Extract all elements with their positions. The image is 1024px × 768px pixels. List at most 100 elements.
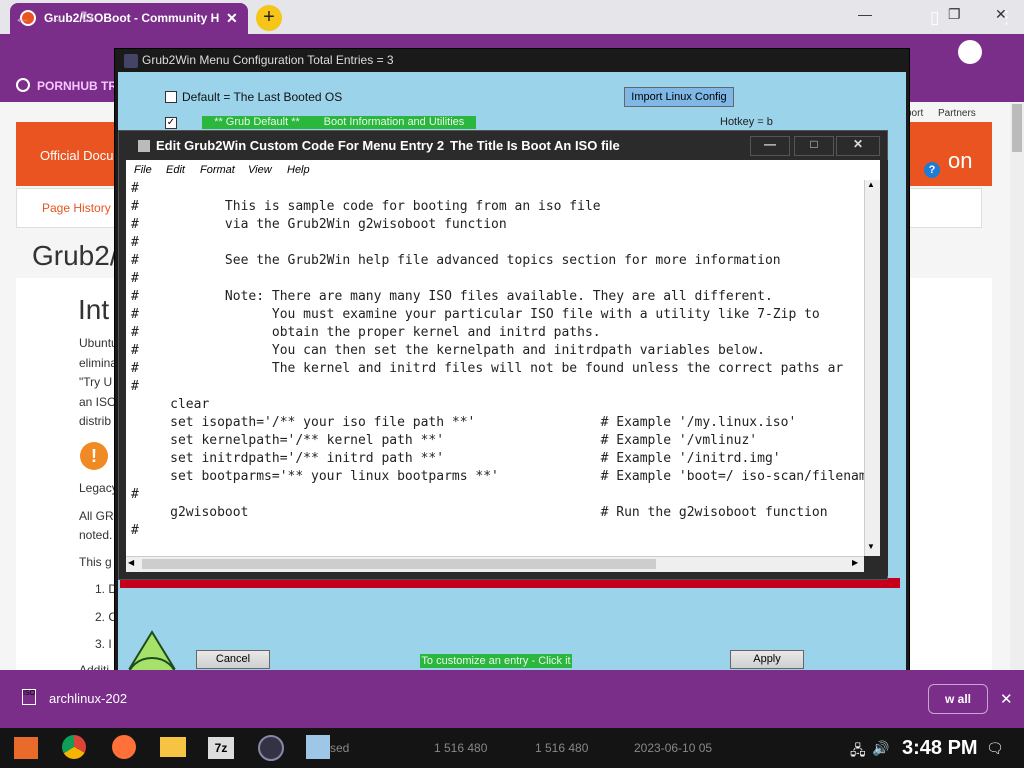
browser-menu-icon[interactable]: ⋮ [998,8,1015,28]
scroll-left-icon[interactable]: ◀ [128,558,134,567]
editor-horizontal-scrollbar[interactable]: ◀ ▶ [126,556,864,572]
editor-vertical-scrollbar[interactable]: ▲ ▼ [864,180,880,556]
download-bar [0,670,1024,728]
menu-edit[interactable]: Edit [166,164,185,176]
entry-checkbox[interactable]: ✓ [165,117,177,129]
code-line[interactable]: # [131,486,864,504]
grub-default-label: ** Grub Default ** [202,116,312,129]
scroll-up-icon[interactable]: ▲ [867,180,875,189]
code-line[interactable]: g2wisoboot # Run the g2wisoboot function [131,504,864,522]
menu-format[interactable]: Format [200,164,235,176]
import-linux-config-button[interactable]: Import Linux Config [624,87,734,107]
file-explorer-icon[interactable] [160,737,186,757]
grub2win-title-text: Grub2Win Menu Configuration Total Entrie… [142,53,394,67]
code-text[interactable]: # # This is sample code for booting from … [126,180,864,540]
body-line: distrib [79,414,112,428]
iso-file-icon: ISO [22,689,36,705]
code-line[interactable]: # via the Grub2Win g2wisoboot function [131,216,864,234]
code-line[interactable]: set bootparms='** your linux bootparms *… [131,468,864,486]
section-heading: Int [78,294,110,325]
volume-icon[interactable]: 🔊 [872,740,889,757]
page-scrollbar-thumb[interactable] [1012,104,1022,152]
chrome-icon[interactable] [62,735,86,759]
code-line[interactable]: # The kernel and initrd files will not b… [131,360,864,378]
menu-view[interactable]: View [248,164,272,176]
official-docs-label[interactable]: Official Docu [40,148,113,163]
apply-button[interactable]: Apply [730,650,804,669]
warning-icon: ! [80,442,108,470]
page-scrollbar[interactable] [1010,102,1024,672]
notifications-icon[interactable]: 🗨 [986,740,1004,757]
new-tab-button[interactable]: + [256,5,282,31]
body-line: This g [79,555,112,569]
window-maximize-button[interactable]: ❐ [948,6,961,23]
code-line[interactable]: # You must examine your particular ISO f… [131,306,864,324]
grub2win-taskbar-icon[interactable] [258,735,284,761]
body-line: Ubuntu [79,336,118,350]
scroll-right-icon[interactable]: ▶ [852,558,858,567]
edit-maximize-button[interactable]: □ [794,136,834,156]
code-line[interactable]: # This is sample code for booting from a… [131,198,864,216]
bookmark-globe-icon [16,78,30,92]
menu-file[interactable]: File [134,164,152,176]
body-line: "Try U [79,375,113,389]
code-line[interactable]: set initrdpath='/** initrd path **' # Ex… [131,450,864,468]
body-line: noted. [79,528,113,542]
hscroll-thumb[interactable] [142,559,656,569]
page-history-link[interactable]: Page History [42,201,111,215]
grub2win-title: Grub2Win Menu Configuration Total Entrie… [122,53,422,69]
clock[interactable]: 3:48 PM [902,737,978,760]
body-line: Legacy [79,481,118,495]
editor-menu-bar: File Edit Format View Help [126,160,880,180]
code-line[interactable]: set kernelpath='/** kernel path **' # Ex… [131,432,864,450]
default-checkbox[interactable] [165,91,177,103]
taskbar [0,728,1024,768]
edit-window-title: Edit Grub2Win Custom Code For Menu Entry… [156,138,445,153]
7zip-icon[interactable]: 7z [208,737,234,759]
code-line[interactable]: # You can then set the kernelpath and in… [131,342,864,360]
menu-help[interactable]: Help [287,164,310,176]
customize-entry-label: To customize an entry - Click it [420,654,572,668]
cancel-button[interactable]: Cancel [196,650,270,669]
boot-info-label[interactable]: Boot Information and Utilities [312,116,476,129]
file-col: 1 516 480 [434,741,488,755]
sidebar-icon[interactable]: ▯ [930,8,939,28]
start-icon[interactable] [14,737,38,759]
code-line[interactable]: # obtain the proper kernel and initrd pa… [131,324,864,342]
tab-close-icon[interactable]: ✕ [226,10,238,27]
code-line[interactable]: # [131,180,864,198]
edit-window-border [880,160,888,576]
code-editor[interactable]: # # This is sample code for booting from … [126,180,864,556]
edit-window-subtitle: The Title Is Boot An ISO file [450,138,620,153]
body-line: elimina [79,356,118,370]
download-bar-close-icon[interactable]: ✕ [1000,690,1013,708]
bookmark-link[interactable]: PORNHUB TR [37,79,117,93]
notepad-icon[interactable] [306,735,330,759]
page-title: Grub2/ [32,240,118,271]
file-col: sed [330,741,350,755]
code-line[interactable]: clear [131,396,864,414]
window-minimize-button[interactable]: — [858,6,872,22]
code-line[interactable]: # [131,270,864,288]
scroll-down-icon[interactable]: ▼ [867,542,875,551]
edit-minimize-button[interactable]: — [750,136,790,156]
back-icon[interactable]: ← [14,8,31,28]
partners-link[interactable]: Partners [938,108,976,119]
browser-tab[interactable]: Grub2/ISOBoot - Community H ✕ [10,3,248,34]
firefox-icon[interactable] [112,735,136,759]
profile-avatar-icon[interactable] [958,40,982,64]
code-line[interactable]: # [131,234,864,252]
forward-icon[interactable]: → [48,8,65,28]
network-icon[interactable]: 🖧 [850,740,866,764]
code-line[interactable]: set isopath='/** your iso file path **' … [131,414,864,432]
edit-close-button[interactable]: ✕ [836,136,880,156]
help-icon[interactable]: ? [924,162,940,178]
reload-icon[interactable]: ↻ [80,8,94,28]
code-line[interactable]: # [131,378,864,396]
code-line[interactable]: # Note: There are many many ISO files av… [131,288,864,306]
edit-code-titlebar: Edit Grub2Win Custom Code For Menu Entry… [120,132,886,160]
download-filename[interactable]: archlinux-202 [49,691,127,706]
code-line[interactable]: # [131,522,864,540]
show-all-button[interactable]: w all [928,684,988,714]
code-line[interactable]: # See the Grub2Win help file advanced to… [131,252,864,270]
